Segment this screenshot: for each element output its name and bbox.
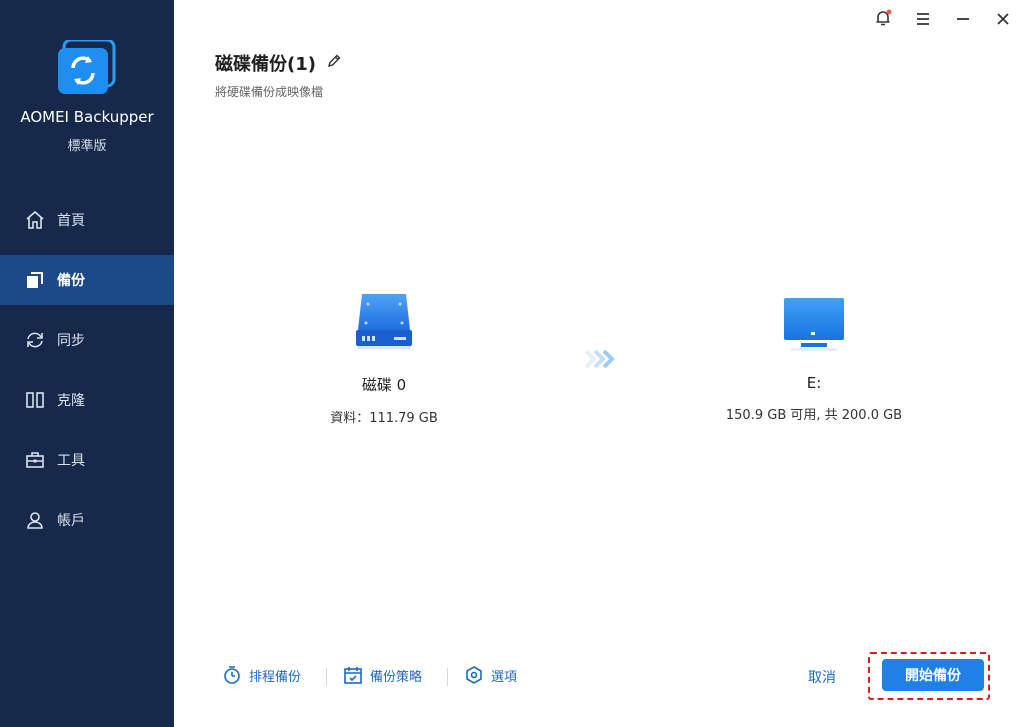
source-disk-selector[interactable]: 磁碟 0 資料：111.79 GB [284, 290, 484, 426]
start-backup-button[interactable]: 開始備份 [882, 659, 984, 691]
page-title: 磁碟備份(1) [215, 50, 342, 76]
destination-info: 150.9 GB 可用, 共 200.0 GB [725, 408, 903, 423]
main-panel: 磁碟備份(1) 將硬碟備份成映像檔 磁碟 0 資料：111.79 GB E: 1… [174, 0, 1023, 727]
cancel-button[interactable]: 取消 [808, 667, 836, 687]
minimize-icon [956, 11, 970, 30]
app-logo-icon [56, 38, 116, 96]
divider [447, 668, 448, 686]
direction-arrow-icon [584, 349, 616, 373]
sidebar-item-tools[interactable]: 工具 [0, 435, 174, 485]
menu-button[interactable] [903, 6, 943, 34]
sidebar-item-sync[interactable]: 同步 [0, 315, 174, 365]
sidebar-item-account[interactable]: 帳戶 [0, 495, 174, 545]
hard-disk-icon [354, 290, 414, 356]
backup-scheme-button[interactable]: 備份策略 [342, 664, 422, 686]
sidebar-item-label: 克隆 [57, 393, 85, 409]
stopwatch-icon [221, 664, 243, 686]
home-icon [23, 208, 47, 232]
sidebar: AOMEI Backupper 標準版 首頁 備份 同步 克隆 工具 帳戶 [0, 0, 174, 727]
divider [326, 668, 327, 686]
sidebar-item-backup[interactable]: 備份 [0, 255, 174, 305]
calendar-icon [342, 664, 364, 686]
bell-icon [874, 9, 892, 31]
pencil-icon [326, 53, 342, 74]
close-button[interactable] [983, 6, 1023, 34]
page-title-text: 磁碟備份(1) [215, 54, 316, 75]
sidebar-item-label: 備份 [57, 273, 85, 289]
start-backup-highlight: 開始備份 [868, 652, 990, 700]
monitor-icon [781, 290, 847, 356]
sidebar-item-label: 同步 [57, 333, 85, 349]
edit-title-button[interactable] [326, 53, 342, 74]
sidebar-item-home[interactable]: 首頁 [0, 195, 174, 245]
options-button[interactable]: 選項 [463, 664, 517, 686]
notification-button[interactable] [863, 6, 903, 34]
options-label: 選項 [491, 669, 518, 685]
bottom-bar: 排程備份 備份策略 選項 取消 開始備份 [174, 652, 1023, 700]
schedule-backup-button[interactable]: 排程備份 [221, 664, 301, 686]
close-icon [996, 11, 1010, 30]
sidebar-item-clone[interactable]: 克隆 [0, 375, 174, 425]
destination-selector[interactable]: E: 150.9 GB 可用, 共 200.0 GB [714, 290, 914, 423]
toolbox-icon [23, 448, 47, 472]
window-controls [863, 6, 1023, 34]
sync-icon [23, 328, 47, 352]
page-subtitle: 將硬碟備份成映像檔 [215, 85, 324, 99]
sidebar-item-label: 工具 [57, 453, 85, 469]
source-disk-info: 資料：111.79 GB [330, 411, 438, 426]
source-disk-name: 磁碟 0 [361, 376, 407, 394]
destination-name: E: [806, 374, 822, 392]
menu-icon [915, 11, 931, 30]
app-name: AOMEI Backupper [20, 108, 154, 126]
sidebar-item-label: 帳戶 [57, 513, 85, 529]
settings-hexagon-icon [463, 664, 485, 686]
backup-scheme-label: 備份策略 [370, 669, 423, 685]
schedule-backup-label: 排程備份 [249, 669, 302, 685]
clone-icon [23, 388, 47, 412]
backup-icon [23, 268, 47, 292]
app-edition: 標準版 [67, 139, 107, 154]
minimize-button[interactable] [943, 6, 983, 34]
sidebar-item-label: 首頁 [57, 213, 85, 229]
user-icon [23, 508, 47, 532]
